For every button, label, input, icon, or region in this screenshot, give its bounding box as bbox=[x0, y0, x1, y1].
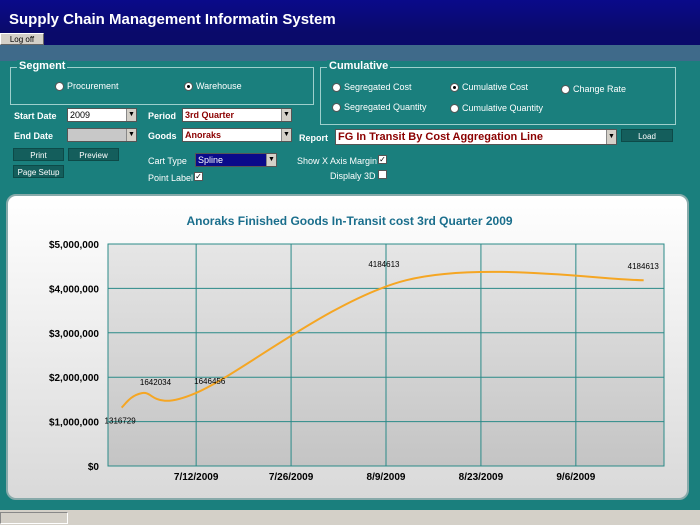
point-label-checkbox[interactable]: ✓ bbox=[194, 172, 203, 181]
x-tick-label: 7/12/2009 bbox=[174, 472, 219, 483]
radio-segregated-cost-label: Segregated Cost bbox=[344, 82, 412, 92]
show-x-margin-checkbox[interactable]: ✓ bbox=[378, 155, 387, 164]
radio-segregated-quantity[interactable]: Segregated Quantity bbox=[332, 102, 427, 112]
menu-bar bbox=[0, 33, 700, 45]
start-date-value: 2009 bbox=[70, 110, 91, 120]
status-bar bbox=[0, 510, 700, 525]
segment-group: Segment Procurement Warehouse bbox=[10, 60, 314, 105]
radio-warehouse[interactable]: Warehouse bbox=[184, 81, 242, 91]
point-label-label: Point Label bbox=[148, 173, 194, 183]
y-tick-label: $2,000,000 bbox=[49, 373, 99, 384]
toolbar-strip bbox=[0, 45, 700, 61]
period-label: Period bbox=[148, 111, 177, 121]
app-title: Supply Chain Management Informatin Syste… bbox=[9, 11, 336, 28]
page-setup-button[interactable]: Page Setup bbox=[13, 165, 64, 178]
chart-container: Anoraks Finished Goods In-Transit cost 3… bbox=[6, 194, 689, 500]
radio-change-rate-dot[interactable] bbox=[561, 84, 570, 94]
y-tick-label: $0 bbox=[88, 462, 100, 473]
start-date-label: Start Date bbox=[14, 111, 57, 121]
segment-legend: Segment bbox=[17, 60, 68, 72]
radio-segregated-quantity-dot[interactable] bbox=[332, 102, 341, 112]
chevron-down-icon[interactable]: ▼ bbox=[126, 109, 136, 121]
x-tick-label: 9/6/2009 bbox=[556, 472, 595, 483]
chevron-down-icon[interactable]: ▼ bbox=[266, 154, 276, 166]
chart-type-label: Cart Type bbox=[148, 156, 187, 166]
y-tick-label: $3,000,000 bbox=[49, 329, 99, 340]
goods-select[interactable]: Anoraks ▼ bbox=[182, 128, 292, 142]
data-label: 1642034 bbox=[140, 378, 172, 387]
goods-value: Anoraks bbox=[185, 130, 222, 140]
display-3d-checkbox[interactable] bbox=[378, 170, 387, 179]
cumulative-group: Cumulative Segregated Cost Cumulative Co… bbox=[320, 60, 676, 125]
radio-cumulative-quantity[interactable]: Cumulative Quantity bbox=[450, 103, 543, 113]
end-date-select[interactable]: ▼ bbox=[67, 128, 137, 142]
cumulative-legend: Cumulative bbox=[327, 60, 391, 72]
start-date-select[interactable]: 2009 ▼ bbox=[67, 108, 137, 122]
preview-button[interactable]: Preview bbox=[68, 148, 119, 161]
print-button[interactable]: Print bbox=[13, 148, 64, 161]
radio-cumulative-quantity-label: Cumulative Quantity bbox=[462, 103, 544, 113]
end-date-label: End Date bbox=[14, 131, 54, 141]
data-label: 4184613 bbox=[628, 262, 660, 271]
control-panel: Segment Procurement Warehouse Cumulative… bbox=[0, 60, 700, 189]
radio-procurement-label: Procurement bbox=[67, 81, 119, 91]
radio-warehouse-label: Warehouse bbox=[196, 81, 242, 91]
show-x-margin-label: Show X Axis Margin bbox=[297, 156, 378, 166]
chevron-down-icon[interactable]: ▼ bbox=[281, 109, 291, 121]
data-label: 4184613 bbox=[368, 260, 400, 269]
radio-cumulative-cost[interactable]: Cumulative Cost bbox=[450, 82, 528, 92]
display-3d-label: Displaly 3D bbox=[330, 171, 376, 181]
radio-warehouse-dot[interactable] bbox=[184, 81, 193, 91]
chart-type-value: Spline bbox=[198, 155, 224, 165]
chevron-down-icon[interactable]: ▼ bbox=[126, 129, 136, 141]
radio-change-rate[interactable]: Change Rate bbox=[561, 84, 626, 94]
title-bar: Supply Chain Management Informatin Syste… bbox=[0, 0, 700, 33]
radio-change-rate-label: Change Rate bbox=[573, 84, 627, 94]
chevron-down-icon[interactable]: ▼ bbox=[281, 129, 291, 141]
radio-segregated-quantity-label: Segregated Quantity bbox=[344, 102, 427, 112]
chart-type-select[interactable]: Spline ▼ bbox=[195, 153, 277, 167]
period-value: 3rd Quarter bbox=[185, 110, 235, 120]
x-tick-label: 8/9/2009 bbox=[367, 472, 406, 483]
chart-svg: $0 $1,000,000 $2,000,000 $3,000,000 $4,000,0… bbox=[49, 240, 665, 483]
radio-segregated-cost[interactable]: Segregated Cost bbox=[332, 82, 412, 92]
period-select[interactable]: 3rd Quarter ▼ bbox=[182, 108, 292, 122]
load-button[interactable]: Load bbox=[621, 129, 673, 142]
data-label: 1316729 bbox=[105, 417, 137, 426]
chevron-down-icon[interactable]: ▼ bbox=[606, 130, 616, 144]
y-tick-label: $1,000,000 bbox=[49, 418, 99, 429]
data-label: 1646456 bbox=[194, 377, 226, 386]
status-cell bbox=[0, 512, 68, 524]
radio-cumulative-cost-label: Cumulative Cost bbox=[462, 82, 529, 92]
logoff-button[interactable]: Log off bbox=[0, 33, 44, 45]
report-select[interactable]: FG In Transit By Cost Aggregation Line ▼ bbox=[335, 129, 617, 145]
x-tick-label: 7/26/2009 bbox=[269, 472, 314, 483]
radio-procurement[interactable]: Procurement bbox=[55, 81, 119, 91]
y-tick-label: $5,000,000 bbox=[49, 240, 99, 251]
radio-cumulative-cost-dot[interactable] bbox=[450, 82, 459, 92]
report-label: Report bbox=[299, 133, 328, 143]
y-tick-label: $4,000,000 bbox=[49, 284, 99, 295]
goods-label: Goods bbox=[148, 131, 177, 141]
report-value: FG In Transit By Cost Aggregation Line bbox=[338, 131, 543, 143]
radio-procurement-dot[interactable] bbox=[55, 81, 64, 91]
x-tick-label: 8/23/2009 bbox=[459, 472, 504, 483]
radio-cumulative-quantity-dot[interactable] bbox=[450, 103, 459, 113]
radio-segregated-cost-dot[interactable] bbox=[332, 82, 341, 92]
